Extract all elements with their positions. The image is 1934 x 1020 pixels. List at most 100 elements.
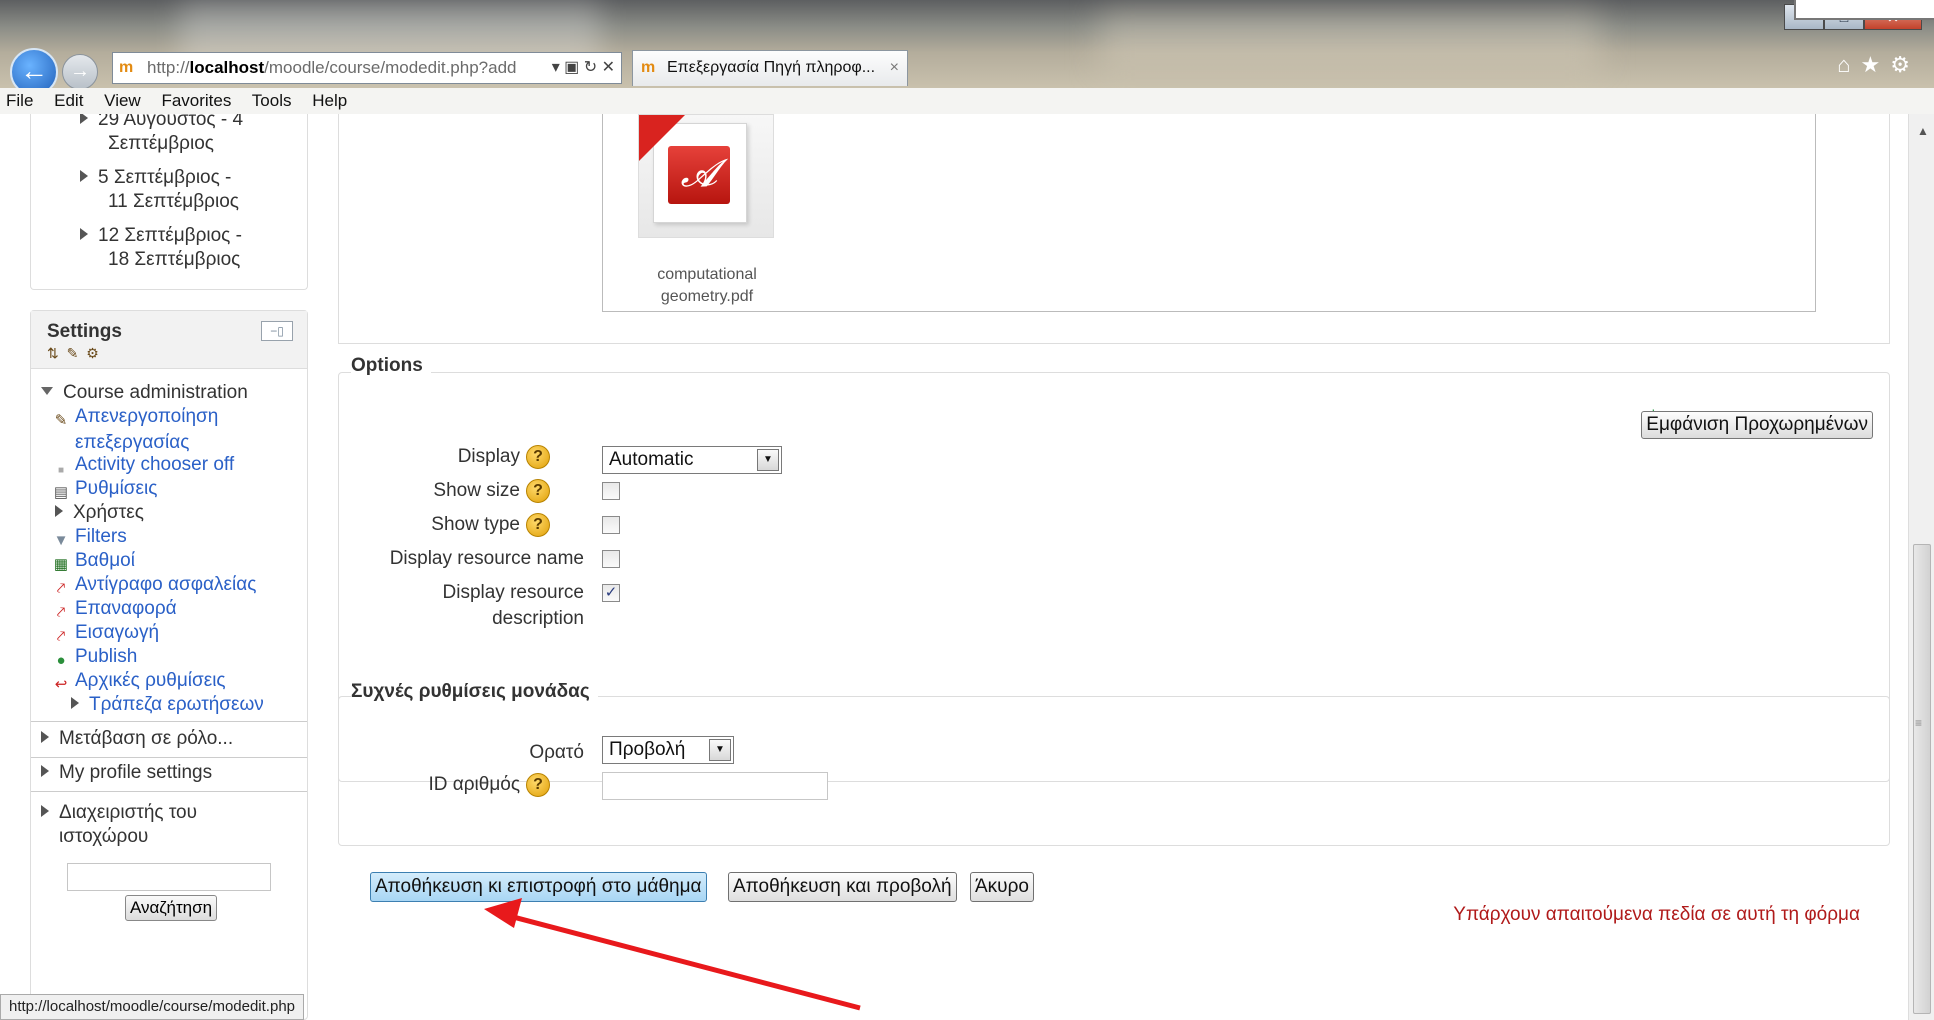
menu-help[interactable]: Help	[312, 91, 347, 110]
users-node[interactable]: Χρήστες	[55, 501, 144, 525]
settings-header: Settings ⇅ ✎ ⚙ −▯	[31, 311, 307, 369]
switch-role-node[interactable]: Μετάβαση σε ρόλο...	[41, 727, 233, 751]
forward-button[interactable]: →	[62, 54, 98, 90]
pdf-file-thumbnail[interactable]: 𝓐	[638, 114, 774, 238]
import-link[interactable]: ⤤ Εισαγωγή	[51, 621, 159, 647]
backup-link[interactable]: ⤤ Αντίγραφο ασφαλείας	[51, 573, 257, 599]
help-icon[interactable]: ?	[526, 512, 550, 537]
divider	[31, 791, 307, 792]
address-controls[interactable]: ▾ ▣ ↻ ✕	[552, 53, 615, 83]
save-and-display-button[interactable]: Αποθήκευση και προβολή	[728, 872, 957, 902]
week-label[interactable]: 11 Σεπτέμβριος	[108, 191, 239, 212]
globe-icon: ●	[56, 652, 66, 669]
week-label[interactable]: 12 Σεπτέμβριος -	[98, 225, 242, 246]
course-settings-link[interactable]: ▤ Ρυθμίσεις	[51, 477, 157, 503]
block-action-icons[interactable]: ⇅ ✎ ⚙	[47, 345, 101, 362]
collapse-icon	[41, 387, 53, 395]
backup-icon: ⤤	[56, 580, 66, 597]
show-size-checkbox[interactable]	[602, 482, 620, 500]
week-label[interactable]: 18 Σεπτέμβριος	[108, 249, 240, 270]
help-icon[interactable]: ?	[526, 478, 550, 503]
scroll-grip-icon: ≡	[1915, 716, 1923, 730]
settings-block: Settings ⇅ ✎ ⚙ −▯ Course administration …	[30, 310, 308, 1020]
admin-search-input[interactable]	[67, 863, 271, 891]
menu-view[interactable]: View	[104, 91, 141, 110]
expand-icon	[55, 505, 63, 517]
browser-tab[interactable]: m Επεξεργασία Πηγή πληροφ... ×	[632, 50, 908, 86]
window-corner	[1794, 0, 1934, 20]
url-host: localhost	[189, 58, 265, 77]
help-icon[interactable]: ?	[526, 772, 550, 797]
menu-bar: File Edit View Favorites Tools Help	[0, 88, 1934, 114]
menu-tools[interactable]: Tools	[252, 91, 292, 110]
visible-label: Ορατό	[529, 742, 584, 763]
expand-icon	[41, 731, 49, 743]
question-bank-node[interactable]: Τράπεζα ερωτήσεων	[71, 693, 264, 717]
reset-arrow-icon: ↩	[54, 676, 68, 693]
site-admin-node[interactable]: Διαχειριστής του ιστοχώρου	[41, 801, 197, 849]
grades-link[interactable]: ▦ Βαθμοί	[51, 549, 135, 575]
help-icon[interactable]: ?	[526, 444, 550, 469]
scroll-up-icon[interactable]: ▲	[1917, 124, 1929, 138]
week-label[interactable]: 5 Σεπτέμβριος -	[98, 167, 231, 188]
chevron-down-icon: ▼	[757, 449, 779, 471]
divider	[31, 757, 307, 758]
publish-link[interactable]: ● Publish	[51, 645, 137, 671]
profile-settings-node[interactable]: My profile settings	[41, 761, 212, 785]
save-and-return-button[interactable]: Αποθήκευση κι επιστροφή στο μάθημα	[370, 872, 707, 902]
show-advanced-button[interactable]: Εμφάνιση Προχωρημένων	[1641, 411, 1873, 439]
display-resource-description-checkbox[interactable]: ✓	[602, 584, 620, 602]
expand-icon	[80, 228, 88, 240]
url-prefix: http://	[147, 58, 190, 77]
display-resource-description-label: Display resource description	[442, 582, 585, 629]
divider	[31, 721, 307, 722]
menu-file[interactable]: File	[6, 91, 33, 110]
display-select[interactable]: Automatic ▼	[602, 446, 782, 474]
visible-select[interactable]: Προβολή ▼	[602, 736, 734, 764]
required-fields-note: Υπάρχουν απαιτούμενα πεδία σε αυτή τη φό…	[1453, 904, 1860, 925]
page-scrollbar[interactable]: ▲ ≡	[1908, 114, 1934, 1020]
scrollbar-thumb[interactable]	[1913, 544, 1931, 1014]
page-content: 29 Αυγουστος - 4 Σεπτέμβριος 5 Σεπτέμβρι…	[0, 114, 1908, 1020]
common-settings-legend: Συχνές ρυθμίσεις μονάδας	[351, 681, 598, 703]
filters-link[interactable]: ▼ Filters	[51, 525, 127, 551]
moodle-favicon-icon: m	[119, 59, 134, 76]
menu-edit[interactable]: Edit	[54, 91, 83, 110]
week-label[interactable]: Σεπτέμβριος	[108, 133, 214, 154]
settings-title: Settings	[47, 321, 122, 342]
pdf-ribbon-icon	[639, 115, 685, 161]
settings-document-icon: ▤	[53, 484, 69, 501]
gradebook-icon: ▦	[53, 556, 69, 573]
expand-icon	[41, 805, 49, 817]
week-item[interactable]: 5 Σεπτέμβριος - 11 Σεπτέμβριος	[80, 166, 239, 214]
show-type-checkbox[interactable]	[602, 516, 620, 534]
menu-favorites[interactable]: Favorites	[161, 91, 231, 110]
dock-block-icon[interactable]: −▯	[261, 321, 293, 341]
expand-icon	[80, 114, 88, 124]
home-icon[interactable]: ⌂	[1837, 52, 1860, 77]
restore-icon: ⤤	[56, 604, 66, 621]
browser-toolbar-icons[interactable]: ⌂★⚙	[1837, 52, 1920, 78]
gear-icon[interactable]: ⚙	[1890, 52, 1920, 77]
tab-close-icon[interactable]: ×	[890, 51, 899, 85]
id-number-input[interactable]	[602, 772, 828, 800]
course-administration[interactable]: Course administration	[41, 381, 248, 405]
filter-funnel-icon: ▼	[53, 532, 69, 549]
common-settings-fieldset: Συχνές ρυθμίσεις μονάδας	[338, 681, 1890, 846]
favorites-star-icon[interactable]: ★	[1861, 52, 1891, 77]
turn-editing-off-link[interactable]: ✎ Απενεργοποίηση επεξεργασίας	[51, 405, 219, 455]
week-label[interactable]: 29 Αυγουστος - 4	[98, 114, 243, 130]
expand-icon	[80, 170, 88, 182]
options-legend: Options	[351, 355, 431, 377]
display-resource-name-checkbox[interactable]	[602, 550, 620, 568]
week-item[interactable]: 29 Αυγουστος - 4 Σεπτέμβριος	[80, 114, 243, 156]
moodle-favicon-icon: m	[641, 59, 656, 76]
file-name[interactable]: computational geometry.pdf	[604, 264, 810, 308]
address-bar[interactable]: m http://localhost/moodle/course/modedit…	[112, 52, 622, 84]
admin-search-button[interactable]: Αναζήτηση	[125, 895, 217, 921]
cancel-button[interactable]: Άκυρο	[970, 872, 1034, 902]
week-item[interactable]: 12 Σεπτέμβριος - 18 Σεπτέμβριος	[80, 224, 242, 272]
reset-link[interactable]: ↩ Αρχικές ρυθμίσεις	[51, 669, 226, 695]
restore-link[interactable]: ⤤ Επαναφορά	[51, 597, 177, 623]
browser-titlebar: – □ ✕ ← → m http://localhost/moodle/cour…	[0, 0, 1934, 96]
